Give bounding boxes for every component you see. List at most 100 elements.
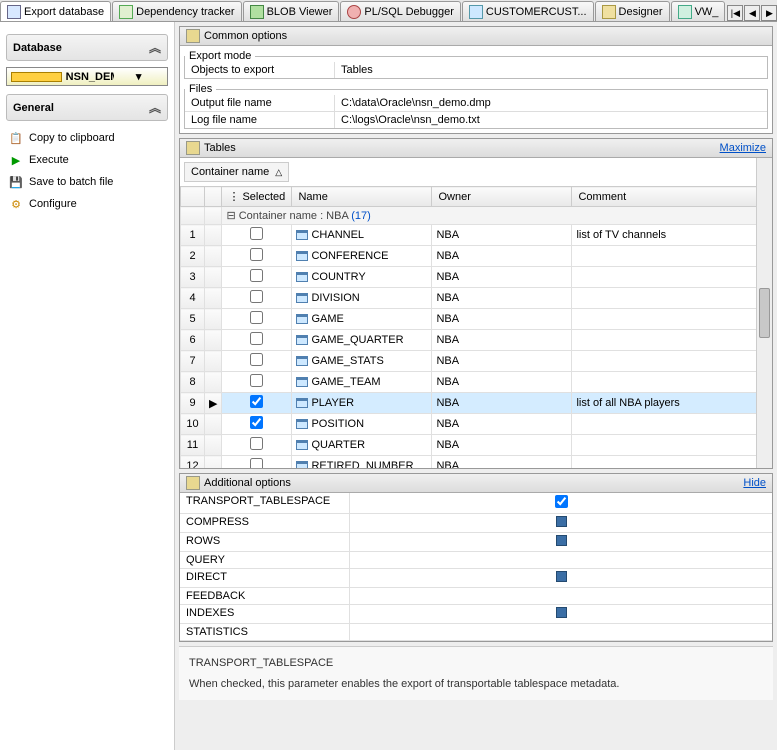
option-indicator[interactable] — [556, 607, 567, 618]
document-tabs: Export database Dependency tracker BLOB … — [0, 0, 777, 22]
cell-comment — [572, 246, 772, 267]
copy-to-clipboard[interactable]: 📋Copy to clipboard — [6, 127, 168, 149]
execute[interactable]: ▶Execute — [6, 149, 168, 171]
table-row[interactable]: 7GAME_STATSNBA — [181, 351, 772, 372]
row-checkbox[interactable] — [250, 248, 263, 261]
col-selected[interactable]: ⋮Selected — [222, 187, 292, 207]
group-field[interactable]: Container name△ — [184, 162, 289, 182]
option-row[interactable]: ROWS — [180, 533, 772, 552]
row-checkbox[interactable] — [250, 458, 263, 468]
option-indicator[interactable] — [556, 516, 567, 527]
save-icon: 💾 — [8, 174, 24, 190]
objects-value[interactable]: Tables — [335, 62, 767, 78]
cell-name: QUARTER — [292, 435, 432, 456]
tab-export-database[interactable]: Export database — [0, 1, 111, 21]
option-row[interactable]: COMPRESS — [180, 514, 772, 533]
row-checkbox[interactable] — [250, 416, 263, 429]
row-pointer — [205, 414, 222, 435]
cell-comment — [572, 309, 772, 330]
cell-name: POSITION — [292, 414, 432, 435]
row-checkbox[interactable] — [250, 437, 263, 450]
option-row[interactable]: STATISTICS — [180, 624, 772, 641]
row-checkbox[interactable] — [250, 290, 263, 303]
option-row[interactable]: TRANSPORT_TABLESPACE — [180, 493, 772, 514]
scrollbar[interactable] — [756, 158, 772, 468]
row-pointer: ▶ — [205, 393, 222, 414]
row-checkbox[interactable] — [250, 374, 263, 387]
option-row[interactable]: DIRECT — [180, 569, 772, 588]
maximize-link[interactable]: Maximize — [720, 142, 766, 154]
cell-owner: NBA — [432, 246, 572, 267]
row-checkbox[interactable] — [250, 311, 263, 324]
export-mode-fieldset: Export mode Objects to exportTables — [184, 50, 768, 79]
group-row[interactable]: ⊟ Container name : NBA (17) — [181, 207, 772, 225]
tab-vw[interactable]: VW_ — [671, 1, 726, 21]
output-label: Output file name — [185, 95, 335, 111]
row-checkbox[interactable] — [250, 332, 263, 345]
output-value[interactable]: C:\data\Oracle\nsn_demo.dmp — [335, 95, 767, 111]
col-owner[interactable]: Owner — [432, 187, 572, 207]
tab-first-button[interactable]: |◀ — [727, 5, 743, 21]
option-indicator[interactable] — [556, 535, 567, 546]
log-value[interactable]: C:\logs\Oracle\nsn_demo.txt — [335, 112, 767, 128]
collapse-icon[interactable]: ︽ — [149, 99, 161, 116]
table-row[interactable]: 6GAME_QUARTERNBA — [181, 330, 772, 351]
row-checkbox[interactable] — [250, 353, 263, 366]
table-row[interactable]: 1CHANNELNBAlist of TV channels — [181, 225, 772, 246]
general-header: General ︽ — [6, 94, 168, 121]
table-row[interactable]: 12RETIRED_NUMBERNBA — [181, 456, 772, 469]
scroll-thumb[interactable] — [759, 288, 770, 338]
cell-name: GAME_QUARTER — [292, 330, 432, 351]
cell-owner: NBA — [432, 414, 572, 435]
row-number: 4 — [181, 288, 205, 309]
database-header: Database ︽ — [6, 34, 168, 61]
dropdown-icon[interactable]: ▾ — [114, 70, 163, 83]
save-to-batch[interactable]: 💾Save to batch file — [6, 171, 168, 193]
row-number: 9 — [181, 393, 205, 414]
col-name[interactable]: Name — [292, 187, 432, 207]
table-icon — [296, 230, 308, 240]
option-checkbox[interactable] — [555, 495, 568, 508]
table-row[interactable]: 3COUNTRYNBA — [181, 267, 772, 288]
sql-icon — [7, 5, 21, 19]
tab-prev-button[interactable]: ◀ — [744, 5, 760, 21]
tab-designer[interactable]: Designer — [595, 1, 670, 21]
cell-owner: NBA — [432, 456, 572, 469]
row-pointer — [205, 372, 222, 393]
option-key: DIRECT — [180, 569, 350, 587]
option-row[interactable]: FEEDBACK — [180, 588, 772, 605]
option-row[interactable]: INDEXES — [180, 605, 772, 624]
tab-next-button[interactable]: ▶ — [761, 5, 777, 21]
hide-link[interactable]: Hide — [743, 477, 766, 489]
gear-icon: ⚙ — [8, 196, 24, 212]
row-number: 8 — [181, 372, 205, 393]
col-rownum[interactable] — [181, 187, 205, 207]
collapse-icon[interactable]: ︽ — [149, 39, 161, 56]
tab-plsql-debugger[interactable]: PL/SQL Debugger — [340, 1, 460, 21]
section-title: Additional options — [204, 477, 743, 489]
tab-dependency-tracker[interactable]: Dependency tracker — [112, 1, 241, 21]
row-checkbox[interactable] — [250, 269, 263, 282]
row-pointer — [205, 267, 222, 288]
database-selector[interactable]: NSN_DEMO at URA ▾ — [6, 67, 168, 86]
tab-customer[interactable]: CUSTOMERCUST... — [462, 1, 594, 21]
table-row[interactable]: 11QUARTERNBA — [181, 435, 772, 456]
row-checkbox[interactable] — [250, 227, 263, 240]
table-row[interactable]: 10POSITIONNBA — [181, 414, 772, 435]
table-row[interactable]: 5GAMENBA — [181, 309, 772, 330]
table-row[interactable]: 2CONFERENCENBA — [181, 246, 772, 267]
tab-blob-viewer[interactable]: BLOB Viewer — [243, 1, 340, 21]
option-indicator[interactable] — [556, 571, 567, 582]
col-ptr[interactable] — [205, 187, 222, 207]
option-row[interactable]: QUERY — [180, 552, 772, 569]
row-pointer — [205, 330, 222, 351]
table-row[interactable]: 4DIVISIONNBA — [181, 288, 772, 309]
configure[interactable]: ⚙Configure — [6, 193, 168, 215]
row-checkbox[interactable] — [250, 395, 263, 408]
table-row[interactable]: 9▶PLAYERNBAlist of all NBA players — [181, 393, 772, 414]
col-comment[interactable]: Comment — [572, 187, 772, 207]
sidebar: Database ︽ NSN_DEMO at URA ▾ General ︽ 📋… — [0, 22, 175, 750]
sort-icon: △ — [275, 167, 282, 178]
table-row[interactable]: 8GAME_TEAMNBA — [181, 372, 772, 393]
option-key: QUERY — [180, 552, 350, 568]
